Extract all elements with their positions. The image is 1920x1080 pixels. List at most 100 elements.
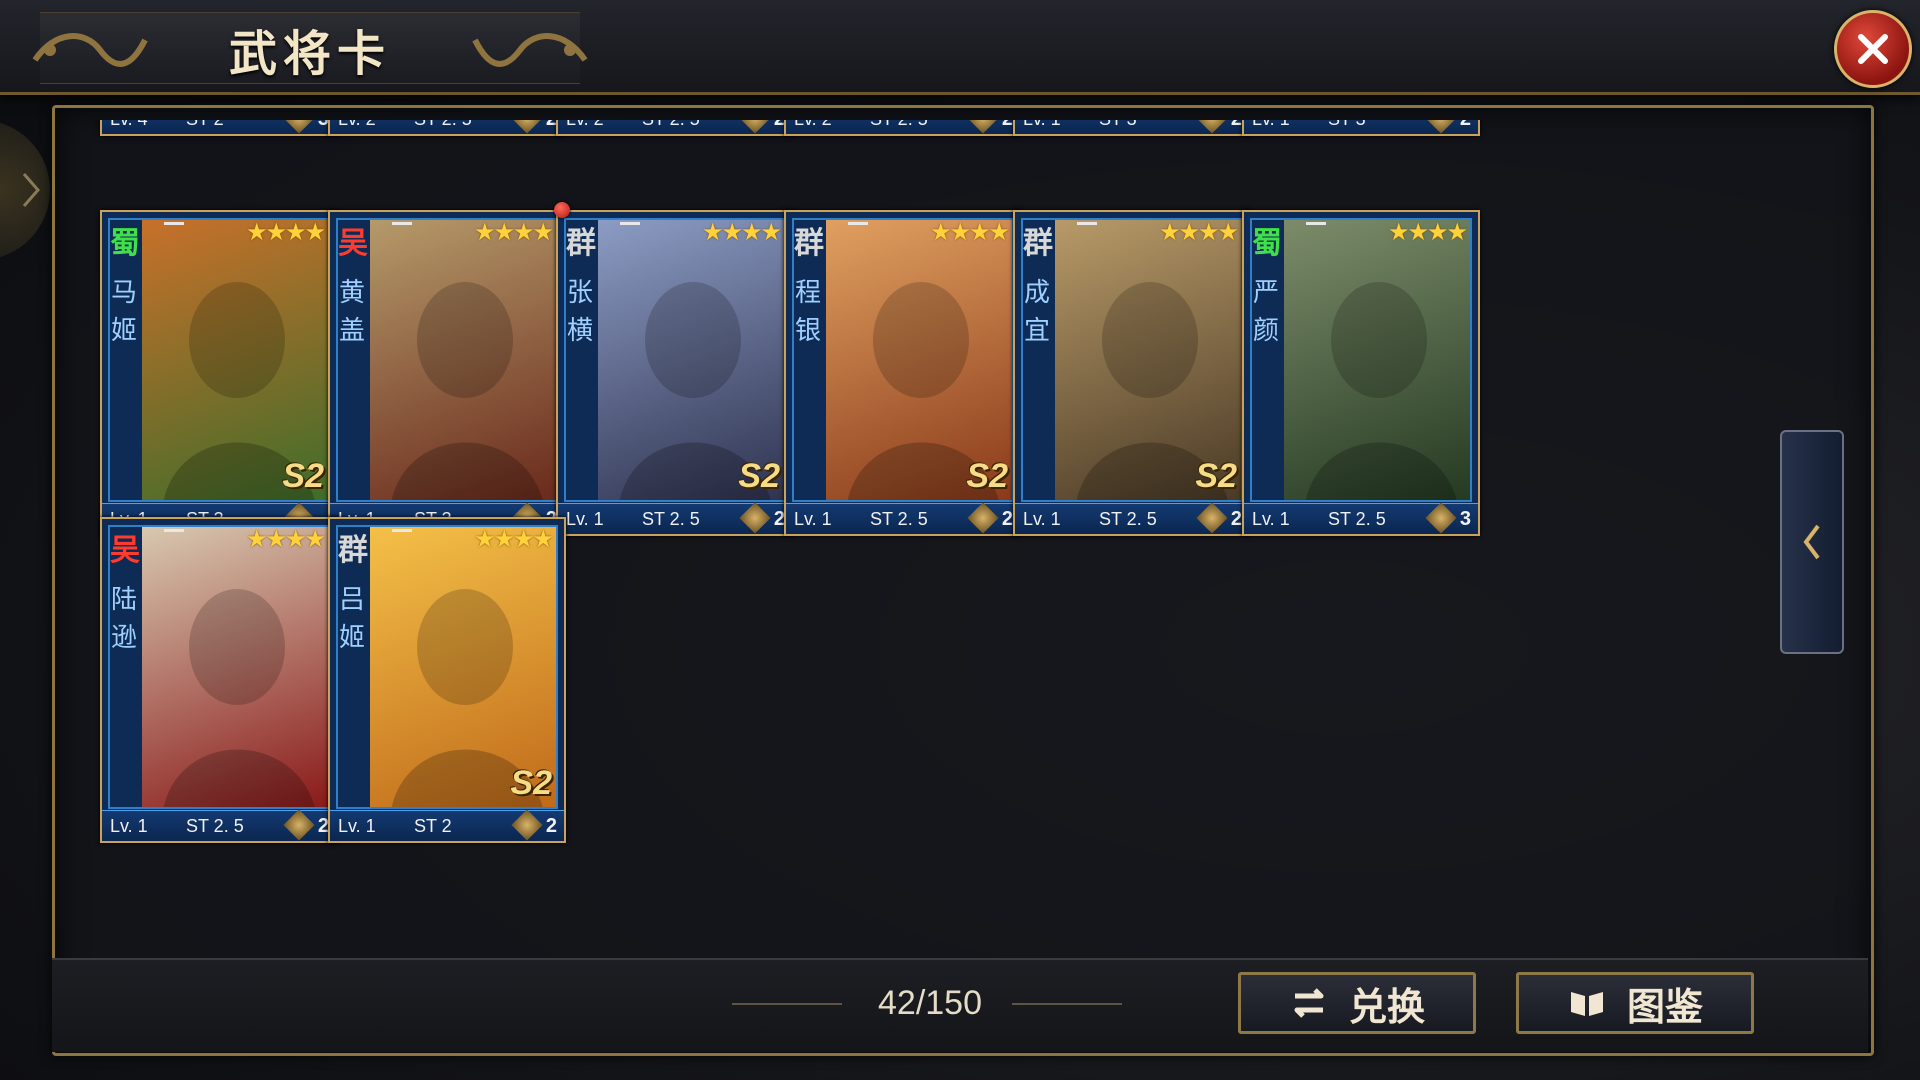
card-stat-bar: Lv. 2ST 2. 52 — [330, 120, 564, 134]
card-faction: 吴 — [338, 226, 368, 261]
side-menu-tab[interactable] — [0, 120, 50, 260]
card-partial[interactable]: Lv. 2ST 2. 52 — [784, 120, 1022, 136]
card-s2-badge: S2 — [1195, 457, 1237, 495]
card-stars: ★★★★ — [1387, 219, 1468, 246]
card-cost: 3 — [1459, 508, 1471, 530]
card-stat-bar: Lv. 1 ST 2. 5 3 — [1244, 502, 1478, 534]
card-level: Lv. 1 — [110, 816, 148, 836]
card-partial[interactable]: Lv. 2ST 2. 52 — [328, 120, 566, 136]
card-stat-bar: Lv. 2ST 2. 52 — [786, 120, 1020, 134]
card-st: ST 2. 5 — [642, 120, 700, 130]
card-partial[interactable]: Lv. 4ST 23 — [100, 120, 338, 136]
general-card[interactable]: 吴陆逊 ★★★★ Lv. 1 ST 2. 52 — [100, 517, 338, 843]
general-card[interactable]: 吴黄盖★★★★Lv. 1ST 32 — [328, 210, 566, 536]
card-stat-bar: Lv. 1 ST 2. 5 2 — [1015, 502, 1249, 534]
cost-icon — [283, 120, 315, 134]
title-bar: 武将卡 — [0, 0, 1920, 95]
card-level: Lv. 1 — [1252, 509, 1290, 529]
card-name: 严颜 — [1252, 278, 1279, 346]
card-faction: 蜀 — [1252, 226, 1282, 261]
card-st: ST 3 — [1328, 120, 1366, 130]
card-s2-badge: S2 — [738, 457, 780, 495]
card-st: ST 2. 5 — [414, 120, 472, 130]
card-name: 马姬 — [110, 278, 137, 346]
general-card[interactable]: 蜀严颜 ★★★★ Lv. 1 ST 2. 5 3 — [1242, 210, 1480, 536]
card-stat-bar: Lv. 1 ST 3 2 — [1015, 120, 1249, 134]
chevron-left-icon — [1803, 524, 1820, 560]
cost-icon — [511, 809, 543, 841]
card-stat-bar: Lv. 1 ST 2 2 — [330, 809, 564, 841]
card-stars: ★★★★ — [473, 219, 554, 246]
card-stars: ★★★★ — [701, 219, 782, 246]
card-cost: 2 — [545, 815, 557, 837]
collapse-panel-tab[interactable] — [1780, 430, 1844, 654]
card-partial[interactable]: Lv. 1 ST 3 2 — [1242, 120, 1480, 136]
card-stars: ★★★★ — [245, 219, 326, 246]
card-stars: ★★★★ — [1158, 219, 1239, 246]
cost-icon — [967, 502, 999, 534]
card-s2-badge: S2 — [510, 764, 552, 802]
card-st: ST 2 — [414, 816, 452, 836]
card-stars: ★★★★ — [929, 219, 1010, 246]
card-st: ST 2 — [186, 120, 224, 130]
card-rank-dash — [392, 529, 412, 532]
dragon-ornament-right-icon — [472, 33, 588, 67]
card-cost: 2 — [1231, 120, 1242, 131]
card-stat-bar: Lv. 4ST 23 — [102, 120, 336, 134]
card-partial[interactable]: Lv. 2ST 2. 52 — [556, 120, 794, 136]
card-rank-dash — [392, 222, 412, 225]
card-st: ST 2. 5 — [870, 120, 928, 130]
book-icon — [1570, 992, 1603, 1016]
cost-icon — [1196, 120, 1228, 134]
exchange-arrows-icon — [1294, 988, 1324, 1018]
card-st: ST 2. 5 — [1328, 509, 1386, 529]
card-level: Lv. 2 — [794, 120, 832, 130]
cost-icon — [283, 809, 315, 841]
counter-divider-left — [732, 1003, 842, 1005]
card-faction: 吴 — [110, 533, 140, 568]
card-frame — [108, 525, 330, 809]
card-cost: 2 — [1230, 508, 1242, 530]
counter-divider-right — [1012, 1003, 1122, 1005]
card-stat-bar: Lv. 2ST 2. 52 — [558, 120, 792, 134]
general-card[interactable]: 群程银 ★★★★ S2 Lv. 1 ST 2. 5 2 — [784, 210, 1022, 536]
general-card[interactable]: 蜀马姬★★★★S2Lv. 1ST 3 — [100, 210, 338, 536]
cost-icon — [1425, 120, 1457, 134]
card-level: Lv. 1 — [1023, 120, 1061, 130]
card-partial[interactable]: Lv. 1 ST 3 2 — [1013, 120, 1251, 136]
card-name: 陆逊 — [110, 585, 137, 653]
codex-button[interactable]: 图鉴 — [1516, 972, 1754, 1034]
card-level: Lv. 1 — [338, 816, 376, 836]
card-level: Lv. 1 — [1023, 509, 1061, 529]
card-name: 成宜 — [1023, 278, 1050, 346]
general-card[interactable]: 群吕姬 ★★★★ S2 Lv. 1 ST 2 2 — [328, 517, 566, 843]
cost-icon — [739, 120, 771, 134]
card-st: ST 2. 5 — [870, 509, 928, 529]
card-s2-badge: S2 — [966, 457, 1008, 495]
card-cost: 2 — [1460, 120, 1471, 131]
card-stat-bar: Lv. 1 ST 2. 52 — [558, 502, 792, 534]
page-title: 武将卡 — [228, 26, 391, 82]
exchange-button[interactable]: 兑换 — [1238, 972, 1476, 1034]
chevron-right-icon — [22, 173, 40, 207]
card-st: ST 2. 5 — [642, 509, 700, 529]
card-name: 黄盖 — [338, 278, 365, 346]
close-icon — [1858, 34, 1888, 64]
card-count: 42/150 — [878, 984, 982, 1022]
card-stat-bar: Lv. 1 ST 2. 52 — [786, 502, 1020, 534]
card-st: ST 2. 5 — [1099, 509, 1157, 529]
general-card[interactable]: 群成宜 ★★★★ S2 Lv. 1 ST 2. 5 2 — [1013, 210, 1251, 536]
card-st: ST 3 — [1099, 120, 1137, 130]
card-stars: ★★★★ — [473, 526, 554, 553]
close-button[interactable] — [1834, 10, 1912, 88]
codex-label: 图鉴 — [1626, 983, 1703, 1029]
cost-icon — [511, 120, 543, 134]
card-rank-dash — [848, 222, 868, 225]
card-name: 吕姬 — [338, 585, 365, 653]
card-level: Lv. 1 — [1252, 120, 1290, 130]
general-card[interactable]: 群张横 ★★★★ S2 Lv. 1 ST 2. 52 — [556, 210, 794, 536]
notification-dot — [554, 202, 570, 218]
card-grid[interactable]: Lv. 4ST 23Lv. 2ST 2. 52Lv. 2ST 2. 52Lv. … — [70, 120, 1850, 958]
card-st: ST 2. 5 — [186, 816, 244, 836]
cost-icon — [967, 120, 999, 134]
